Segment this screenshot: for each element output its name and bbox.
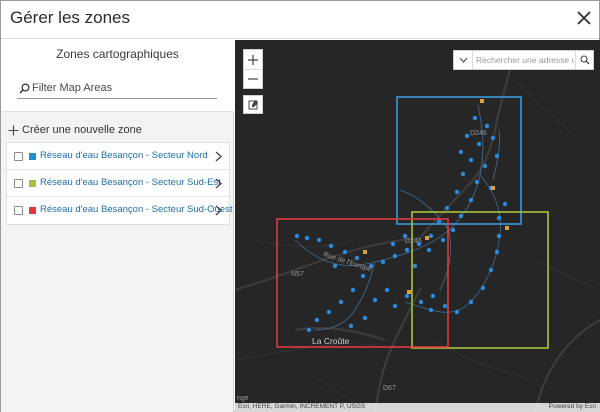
zone-color-swatch xyxy=(29,153,36,160)
chevron-down-icon xyxy=(459,57,467,63)
zone-color-swatch xyxy=(29,180,36,187)
map-attribution: Esri, HERE, Garmin, INCREMENT P, USGS Po… xyxy=(235,403,600,412)
search-source-dropdown[interactable] xyxy=(454,51,473,69)
address-search-input[interactable] xyxy=(476,53,574,67)
chevron-right-icon[interactable] xyxy=(214,205,223,216)
chevron-right-icon[interactable] xyxy=(214,178,223,189)
search-button[interactable] xyxy=(575,51,593,69)
dialog-title: Gérer les zones xyxy=(10,8,130,27)
zoom-out-button[interactable] xyxy=(244,69,262,88)
road-label-d67: D67 xyxy=(383,385,396,392)
filter-input[interactable] xyxy=(32,80,212,96)
filter-field xyxy=(17,79,217,99)
create-zone-label: Créer une nouvelle zone xyxy=(22,124,142,136)
search-icon xyxy=(579,55,589,65)
road-label-d246: D246 xyxy=(405,238,422,245)
zone-color-swatch xyxy=(29,207,36,214)
sidebar: Zones cartographiques Créer une nouvelle… xyxy=(1,40,234,412)
zone-name: Réseau d'eau Besançon - Secteur Sud-Oues… xyxy=(40,204,233,215)
zoom-control xyxy=(243,49,263,89)
zoom-in-button[interactable] xyxy=(244,50,262,69)
draw-rectangle-icon xyxy=(248,100,258,110)
chevron-right-icon[interactable] xyxy=(214,151,223,162)
place-label: nge xyxy=(237,395,249,402)
create-zone-button[interactable]: Créer une nouvelle zone xyxy=(8,122,142,138)
zone-name: Réseau d'eau Besançon - Secteur Sud-Est xyxy=(40,177,221,188)
zone-name: Réseau d'eau Besançon - Secteur Nord xyxy=(40,150,208,161)
zone-checkbox[interactable] xyxy=(14,152,23,161)
plus-icon xyxy=(248,54,258,65)
sidebar-top: Zones cartographiques xyxy=(1,40,234,112)
powered-by-esri[interactable]: Powered by Esri xyxy=(549,403,596,410)
draw-area-button[interactable] xyxy=(243,95,263,114)
dialog-header: Gérer les zones xyxy=(1,1,599,39)
zone-nord-outline xyxy=(396,96,522,225)
map-search xyxy=(453,50,594,70)
zone-item-sud-ouest[interactable]: Réseau d'eau Besançon - Secteur Sud-Oues… xyxy=(7,197,233,224)
dialog: Gérer les zones Zones cartographiques Cr… xyxy=(0,0,600,412)
basemap[interactable]: D246 D246 N57 D67 Rue de l'Europe nge La… xyxy=(235,40,600,412)
zone-list: Réseau d'eau Besançon - Secteur Nord Rés… xyxy=(6,142,233,225)
close-icon[interactable] xyxy=(575,9,593,27)
minus-icon xyxy=(248,78,258,80)
zone-item-sud-est[interactable]: Réseau d'eau Besançon - Secteur Sud-Est xyxy=(7,170,229,197)
search-icon xyxy=(19,83,30,94)
road-label-d246: D246 xyxy=(470,130,487,137)
map-view[interactable]: D246 D246 N57 D67 Rue de l'Europe nge La… xyxy=(235,40,600,412)
zone-item-nord[interactable]: Réseau d'eau Besançon - Secteur Nord xyxy=(7,143,229,170)
sidebar-heading: Zones cartographiques xyxy=(56,47,179,61)
plus-icon xyxy=(8,125,19,135)
zone-sud-ouest-outline xyxy=(276,218,449,348)
place-label-la-croute: La Croûte xyxy=(312,336,350,346)
road-label-n57: N57 xyxy=(291,271,304,278)
zone-sud-est-outline xyxy=(411,211,549,349)
attribution-sources[interactable]: Esri, HERE, Garmin, INCREMENT P, USGS xyxy=(238,403,365,410)
zone-checkbox[interactable] xyxy=(14,179,23,188)
zone-checkbox[interactable] xyxy=(14,206,23,215)
